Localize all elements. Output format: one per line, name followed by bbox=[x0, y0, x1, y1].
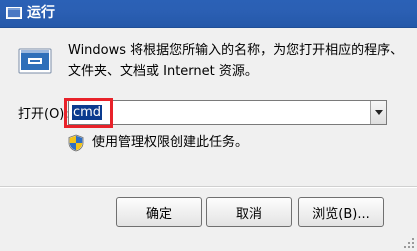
browse-button[interactable]: 浏览(B)... bbox=[298, 197, 384, 227]
cancel-button[interactable]: 取消 bbox=[206, 197, 292, 227]
resize-grip-icon[interactable] bbox=[403, 237, 415, 249]
open-label: 打开(O): bbox=[18, 107, 69, 122]
open-combobox[interactable]: cmd bbox=[68, 100, 387, 125]
separator bbox=[0, 186, 417, 188]
chevron-down-icon[interactable] bbox=[370, 101, 386, 124]
highlight-box bbox=[64, 98, 113, 128]
ok-button[interactable]: 确定 bbox=[116, 197, 202, 227]
description-line-1: Windows 将根据您所输入的名称，为您打开相应的程序、 bbox=[68, 43, 404, 58]
run-dialog-icon bbox=[18, 48, 52, 74]
window-title: 运行 bbox=[27, 5, 55, 21]
run-dialog: 运行 Windows 将根据您所输入的名称，为您打开相应的程序、 文件夹、文档或… bbox=[0, 0, 417, 251]
description-line-2: 文件夹、文档或 Internet 资源。 bbox=[68, 64, 258, 79]
dialog-body: Windows 将根据您所输入的名称，为您打开相应的程序、 文件夹、文档或 In… bbox=[0, 28, 417, 251]
description-text: Windows 将根据您所输入的名称，为您打开相应的程序、 文件夹、文档或 In… bbox=[68, 40, 404, 82]
run-icon bbox=[6, 7, 22, 19]
uac-shield-icon bbox=[68, 134, 84, 152]
title-bar[interactable]: 运行 bbox=[0, 0, 417, 28]
admin-note-text: 使用管理权限创建此任务。 bbox=[92, 135, 249, 150]
